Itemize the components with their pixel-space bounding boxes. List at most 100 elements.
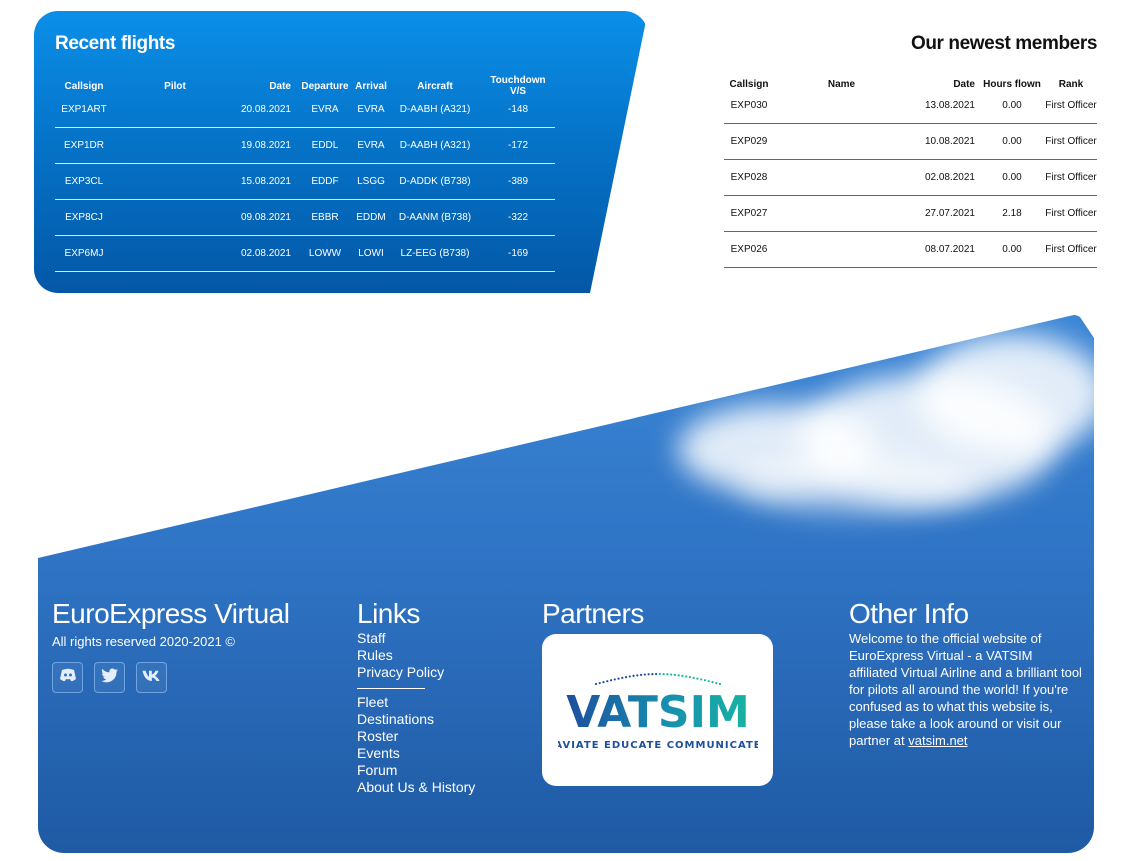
flight-date-cell: 02.08.2021 [237, 235, 297, 272]
table-row[interactable]: EXP1ART 20.08.2021 EVRA EVRA D-AABH (A321) -1… [55, 97, 555, 128]
logo-dot [654, 672, 657, 676]
column-header: Date [953, 78, 975, 90]
table-row[interactable]: EXP026 08.07.2021 0.00 First Officer [724, 231, 1097, 268]
flight-aircraft-cell: D-AANM (B738) [389, 199, 481, 236]
vatsim-partner-logo[interactable]: VATSIM AVIATE EDUCATE COMMUNICATE [542, 634, 773, 786]
column-header: Aircraft [417, 80, 453, 92]
flight-departure-cell: EVRA [297, 97, 353, 128]
table-row[interactable]: EXP027 27.07.2021 2.18 First Officer [724, 195, 1097, 232]
footer-link[interactable]: Forum [357, 762, 475, 779]
member-hours-cell: 0.00 [979, 159, 1045, 196]
recent-flights-table: Callsign Pilot Date Departure Arrival Ai… [55, 75, 555, 272]
vk-button[interactable] [136, 662, 167, 693]
flight-callsign-cell: EXP1ART [55, 97, 113, 128]
info-column: Other Info Welcome to the official websi… [849, 598, 1084, 749]
vatsim-link[interactable]: vatsim.net [908, 733, 967, 748]
column-header: Name [827, 78, 856, 90]
logo-dot [605, 680, 608, 683]
twitter-button[interactable] [94, 662, 125, 693]
flight-aircraft-cell: D-AABH (A321) [389, 97, 481, 128]
table-row[interactable]: EXP1DR 19.08.2021 EDDL EVRA D-AABH (A321) -17… [55, 127, 555, 164]
footer-link[interactable]: Privacy Policy [357, 664, 475, 681]
footer-link[interactable]: Fleet [357, 694, 475, 711]
column-header: Hours flown [983, 78, 1041, 90]
logo-dot [718, 682, 721, 686]
logo-dot [650, 673, 653, 676]
logo-dot [710, 681, 714, 684]
cloud-decoration [918, 334, 1094, 454]
logo-dot [669, 673, 672, 676]
table-header-row: Callsign Pilot Date Departure Arrival Ai… [55, 75, 555, 97]
logo-dot [662, 673, 665, 676]
footer-link[interactable]: Roster [357, 728, 475, 745]
member-name-cell [774, 123, 909, 160]
footer-link[interactable]: Events [357, 745, 475, 762]
logo-dot [665, 673, 668, 676]
flight-pilot-cell [113, 235, 237, 272]
logo-dot [609, 679, 612, 682]
member-date-cell: 10.08.2021 [909, 123, 979, 160]
logo-dot [601, 681, 605, 684]
member-rank-cell: First Officer [1045, 93, 1097, 124]
discord-button[interactable] [52, 662, 83, 693]
member-rank-cell: First Officer [1045, 231, 1097, 268]
logo-dot [658, 672, 661, 676]
flight-pilot-cell [113, 97, 237, 128]
footer-link[interactable]: Destinations [357, 711, 475, 728]
member-name-cell [774, 159, 909, 196]
info-paragraph: Welcome to the official website of EuroE… [849, 631, 1082, 748]
flight-arrival-cell: LOWI [353, 235, 389, 272]
flight-arrival-cell: EVRA [353, 97, 389, 128]
logo-dot [620, 676, 623, 679]
flight-callsign-cell: EXP8CJ [55, 199, 113, 236]
flight-vs-cell: -148 [481, 97, 555, 128]
recent-flights-panel: Recent flights Callsign Pilot Date Depar… [34, 11, 648, 293]
cloud-decoration [738, 454, 978, 514]
footer-link[interactable]: Staff [357, 630, 475, 647]
logo-dot [699, 678, 702, 681]
vatsim-logo-text: VATSIM [566, 687, 750, 738]
member-rank-cell: First Officer [1045, 123, 1097, 160]
logo-dot [707, 680, 710, 683]
logo-dot [613, 678, 616, 681]
flight-pilot-cell [113, 163, 237, 200]
links-title: Links [357, 598, 420, 629]
logo-dot [639, 673, 642, 677]
table-row[interactable]: EXP6MJ 02.08.2021 LOWW LOWI LZ-EEG (B738) -16… [55, 235, 555, 272]
logo-dot [628, 675, 631, 678]
flight-callsign-cell: EXP1DR [55, 127, 113, 164]
table-row[interactable]: EXP3CL 15.08.2021 EDDF LSGG D-ADDK (B738) -38… [55, 163, 555, 200]
logo-dot [616, 677, 620, 680]
footer-link[interactable]: About Us & History [357, 779, 475, 796]
twitter-icon [100, 667, 119, 688]
discord-icon [59, 668, 77, 687]
member-callsign-cell: EXP029 [724, 123, 774, 160]
logo-dot [673, 673, 676, 677]
flight-aircraft-cell: LZ-EEG (B738) [389, 235, 481, 272]
flight-date-cell: 20.08.2021 [237, 97, 297, 128]
table-row[interactable]: EXP8CJ 09.08.2021 EBBR EDDM D-AANM (B738) -32… [55, 199, 555, 236]
logo-dot [643, 673, 646, 676]
footer-link[interactable]: Rules [357, 647, 475, 664]
logo-dot [703, 679, 706, 682]
table-row[interactable]: EXP030 13.08.2021 0.00 First Officer [724, 93, 1097, 124]
partners-title: Partners [542, 598, 644, 629]
vatsim-tagline: AVIATE EDUCATE COMMUNICATE [558, 740, 758, 751]
flight-departure-cell: LOWW [297, 235, 353, 272]
logo-dot [635, 674, 638, 677]
member-date-cell: 27.07.2021 [909, 195, 979, 232]
links-divider [357, 688, 425, 689]
table-row[interactable]: EXP028 02.08.2021 0.00 First Officer [724, 159, 1097, 196]
member-hours-cell: 0.00 [979, 123, 1045, 160]
member-rank-cell: First Officer [1045, 195, 1097, 232]
member-name-cell [774, 93, 909, 124]
logo-dot [692, 676, 695, 679]
logo-dot [631, 674, 635, 677]
recent-flights-title: Recent flights [55, 33, 176, 54]
member-name-cell [774, 231, 909, 268]
table-row[interactable]: EXP029 10.08.2021 0.00 First Officer [724, 123, 1097, 160]
newest-members-table: Callsign Name Date Hours flown Rank EXP0… [724, 75, 1097, 268]
flight-pilot-cell [113, 199, 237, 236]
info-title: Other Info [849, 598, 969, 629]
logo-dot [594, 682, 597, 686]
